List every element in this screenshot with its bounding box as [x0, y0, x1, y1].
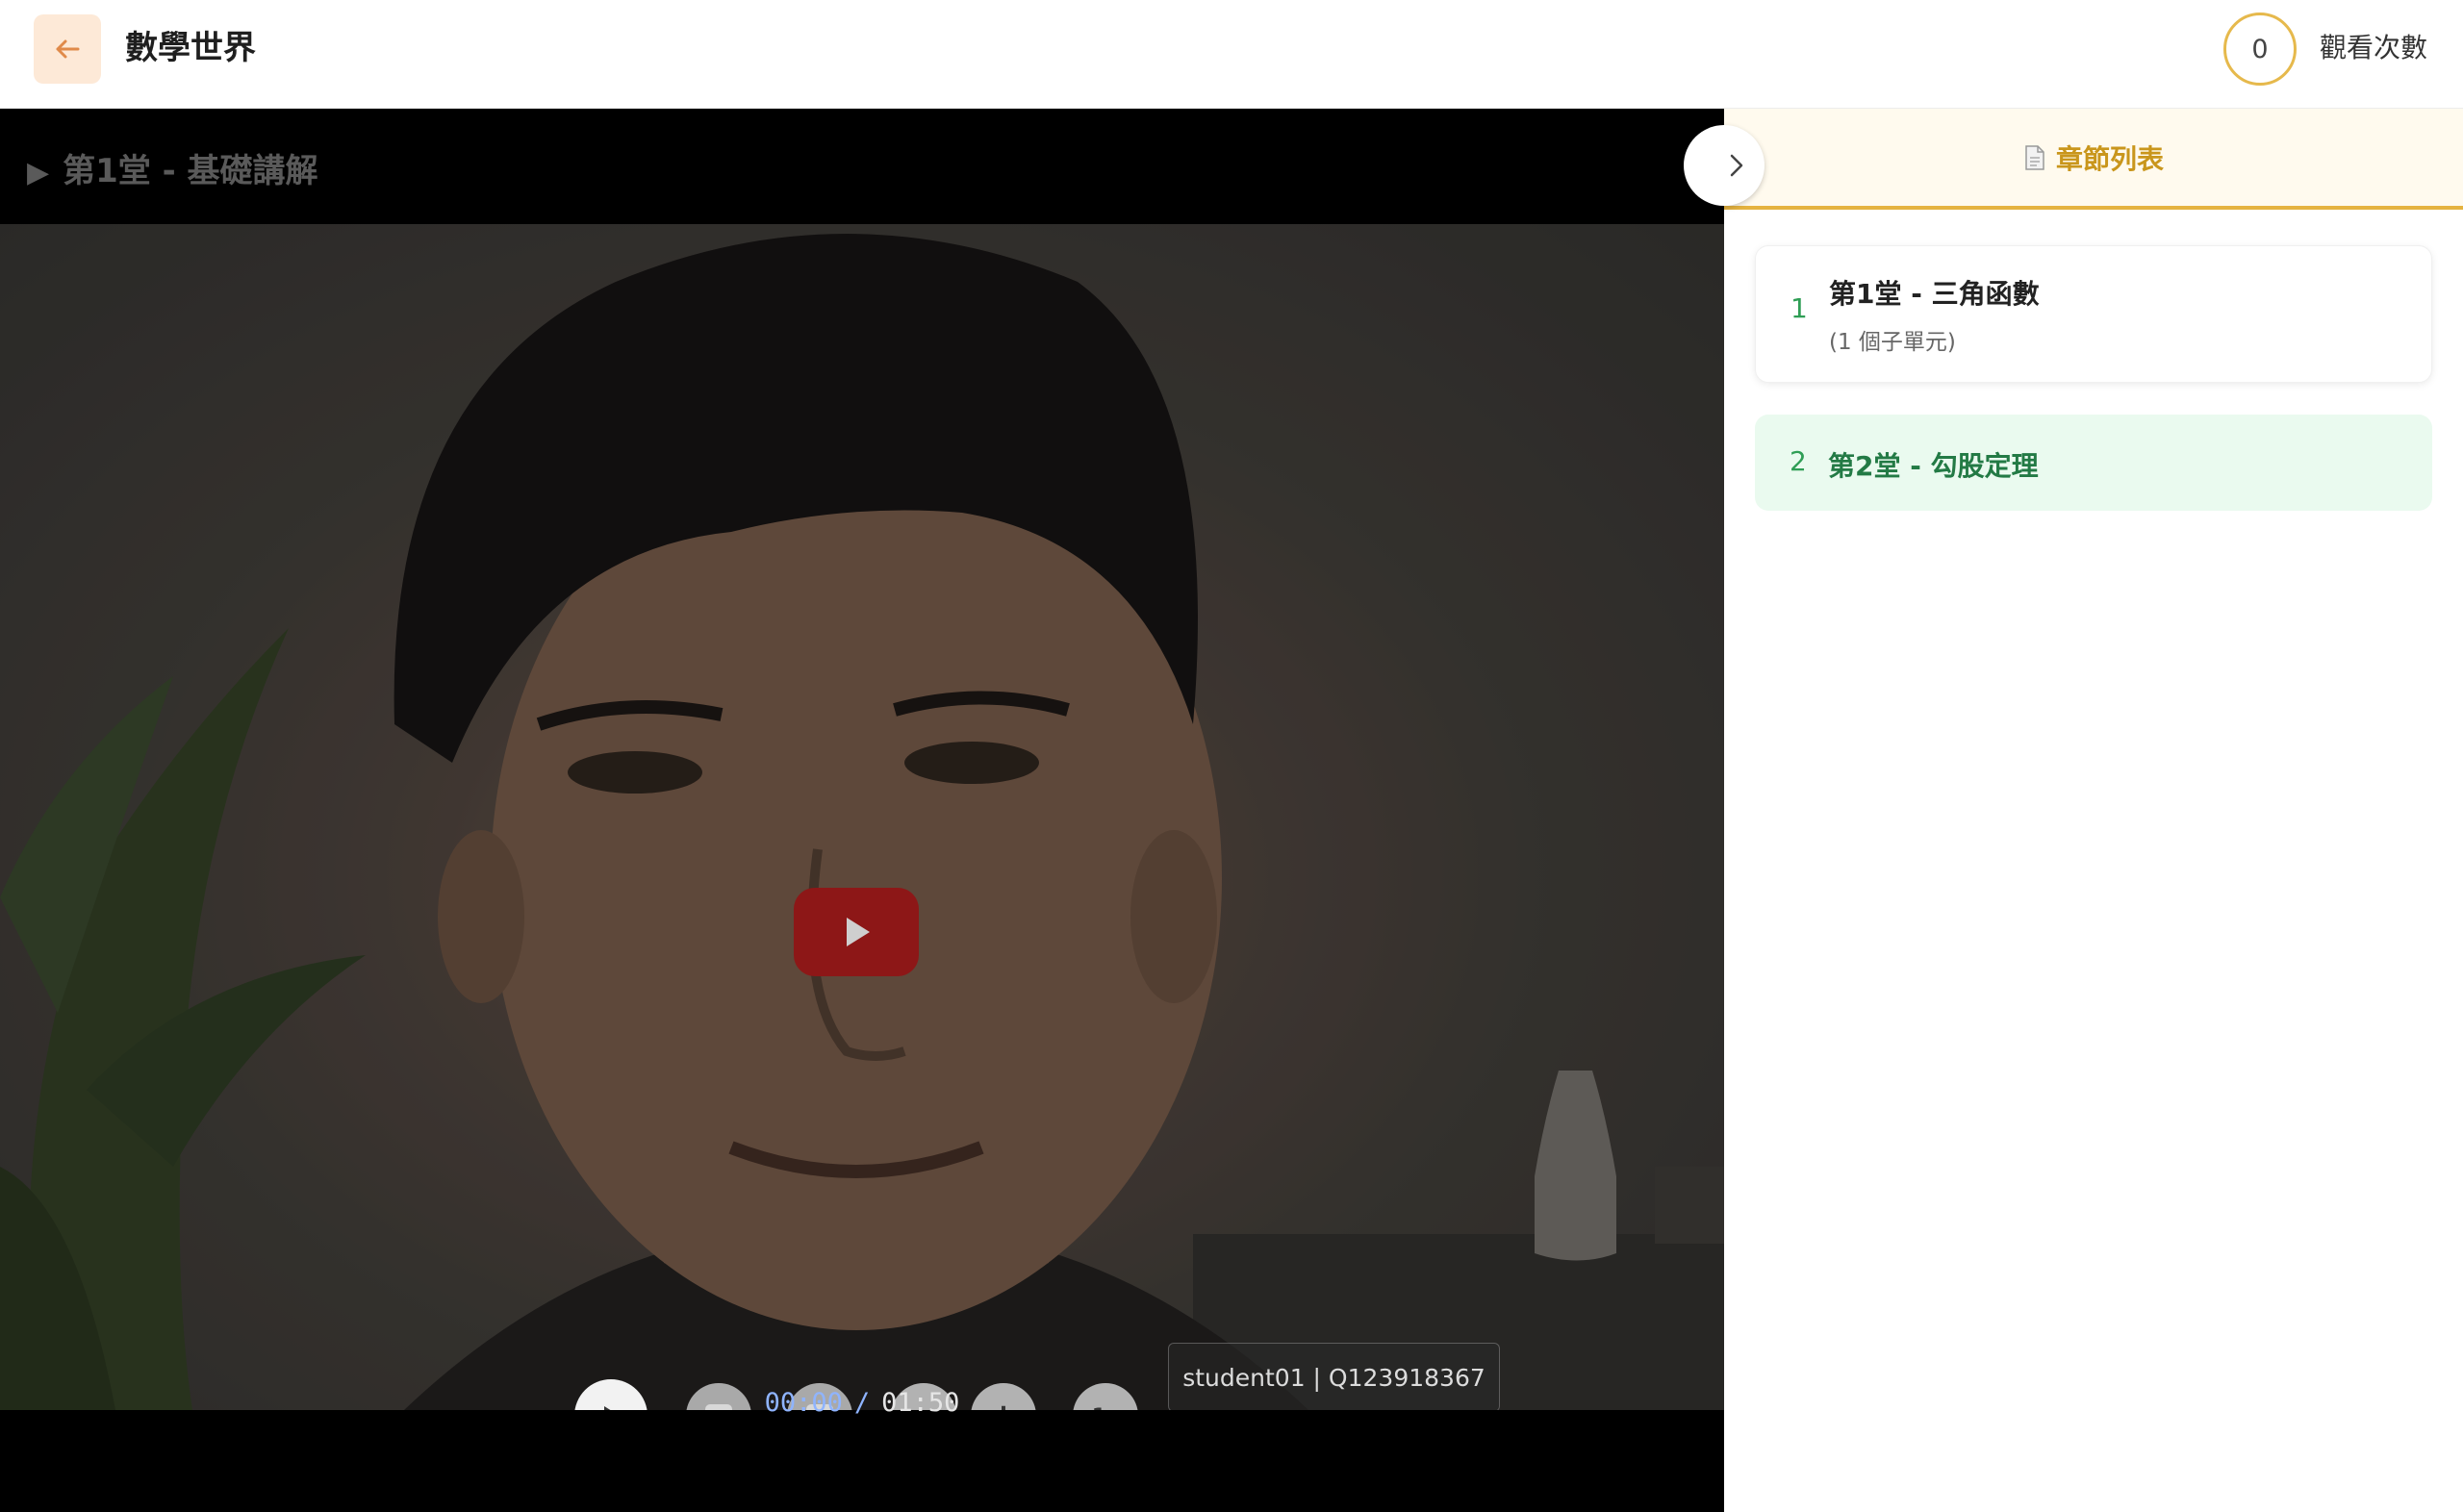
chevron-right-icon: [1730, 154, 1743, 177]
current-time: 00:00: [764, 1388, 843, 1418]
back-button[interactable]: [34, 14, 101, 84]
app-title: 數學世界: [125, 29, 256, 67]
video-frame[interactable]: student01 | Q123918367 − + 1x: [0, 224, 1724, 1410]
youtube-play-button[interactable]: [794, 888, 919, 976]
chapter-title: 第2堂 - 勾股定理: [1828, 450, 2039, 482]
total-time: 01:50: [881, 1388, 960, 1418]
video-title: ▶ 第1堂 - 基礎講解: [27, 147, 318, 197]
chapter-sidebar: 章節列表 1 第1堂 - 三角函數 (1 個子單元) 2 第2堂 - 勾股定理: [1724, 109, 2463, 1512]
video-player[interactable]: ▶ 第1堂 - 基礎講解 student01 | Q123918367 00:0…: [0, 109, 1724, 1512]
play-icon: [847, 918, 870, 946]
document-icon: [2025, 144, 2044, 170]
collapse-sidebar-button[interactable]: [1684, 125, 1765, 206]
chapter-item-2[interactable]: 2 第2堂 - 勾股定理: [1755, 415, 2432, 511]
top-bar: 數學世界 0 觀看次數: [0, 0, 2463, 109]
play-triangle-icon: ▶: [27, 156, 50, 189]
video-scene: [0, 224, 1724, 1410]
tab-chapter-list-label: 章節列表: [2055, 142, 2164, 175]
time-display: 00:00 / 01:50: [0, 1388, 1724, 1418]
arrow-left-icon: [56, 39, 80, 59]
view-count-badge: 0: [2223, 13, 2297, 86]
chapter-number: 2: [1790, 445, 1807, 477]
chapter-title: 第1堂 - 三角函數: [1829, 278, 2040, 310]
time-separator: /: [853, 1388, 871, 1418]
view-count-label: 觀看次數: [2320, 32, 2428, 63]
chapter-item-1[interactable]: 1 第1堂 - 三角函數 (1 個子單元): [1755, 245, 2432, 383]
video-title-text: 第1堂 - 基礎講解: [63, 152, 318, 190]
chapter-number: 1: [1790, 292, 1808, 324]
tab-chapter-list[interactable]: 章節列表: [1724, 109, 2463, 210]
chapter-subtitle: (1 個子單元): [1829, 330, 1956, 355]
